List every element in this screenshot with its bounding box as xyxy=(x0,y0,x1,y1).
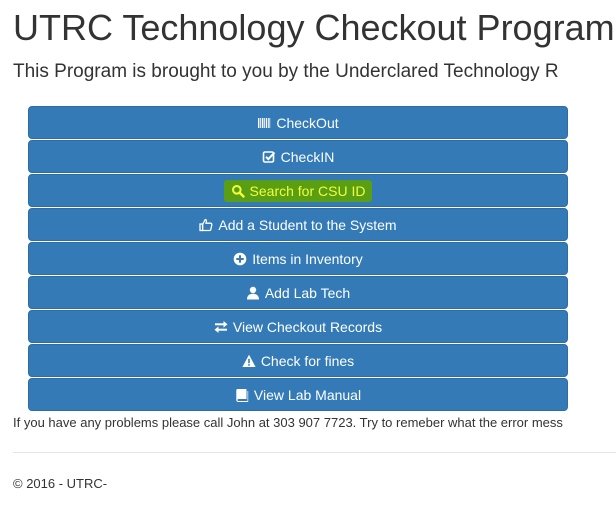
check-fines-button[interactable]: Check for fines xyxy=(28,344,568,377)
main-menu: CheckOut CheckIN Search for CSU ID Add a… xyxy=(28,106,568,412)
footer-divider xyxy=(13,452,616,453)
transfer-icon xyxy=(214,320,228,334)
thumbs-up-icon xyxy=(199,218,213,232)
search-csu-id-button[interactable]: Search for CSU ID xyxy=(28,174,568,207)
help-text: If you have any problems please call Joh… xyxy=(13,415,563,430)
barcode-icon xyxy=(257,116,271,130)
view-lab-manual-label: View Lab Manual xyxy=(253,386,362,403)
checkin-button[interactable]: CheckIN xyxy=(28,140,568,173)
search-csu-id-label: Search for CSU ID xyxy=(249,182,366,199)
page-title: UTRC Technology Checkout Program xyxy=(13,7,615,48)
add-lab-tech-label: Add Lab Tech xyxy=(264,284,351,301)
user-icon xyxy=(246,286,260,300)
footer-copyright: © 2016 - UTRC- xyxy=(13,476,108,491)
search-highlight: Search for CSU ID xyxy=(223,179,373,202)
view-checkout-records-button[interactable]: View Checkout Records xyxy=(28,310,568,343)
checkout-button[interactable]: CheckOut xyxy=(28,106,568,139)
search-icon xyxy=(231,184,245,198)
add-lab-tech-button[interactable]: Add Lab Tech xyxy=(28,276,568,309)
check-square-icon xyxy=(262,150,276,164)
add-student-label: Add a Student to the System xyxy=(218,216,397,233)
view-lab-manual-button[interactable]: View Lab Manual xyxy=(28,378,568,411)
check-fines-label: Check for fines xyxy=(260,352,355,369)
checkin-label: CheckIN xyxy=(280,148,335,165)
warning-icon xyxy=(242,354,256,368)
plus-circle-icon xyxy=(233,252,247,266)
page: UTRC Technology Checkout Program This Pr… xyxy=(0,0,616,505)
checkout-label: CheckOut xyxy=(276,114,339,131)
items-inventory-label: Items in Inventory xyxy=(252,250,363,267)
view-checkout-records-label: View Checkout Records xyxy=(232,318,383,335)
book-icon xyxy=(235,388,249,402)
add-student-button[interactable]: Add a Student to the System xyxy=(28,208,568,241)
items-inventory-button[interactable]: Items in Inventory xyxy=(28,242,568,275)
page-subtitle: This Program is brought to you by the Un… xyxy=(13,61,559,82)
